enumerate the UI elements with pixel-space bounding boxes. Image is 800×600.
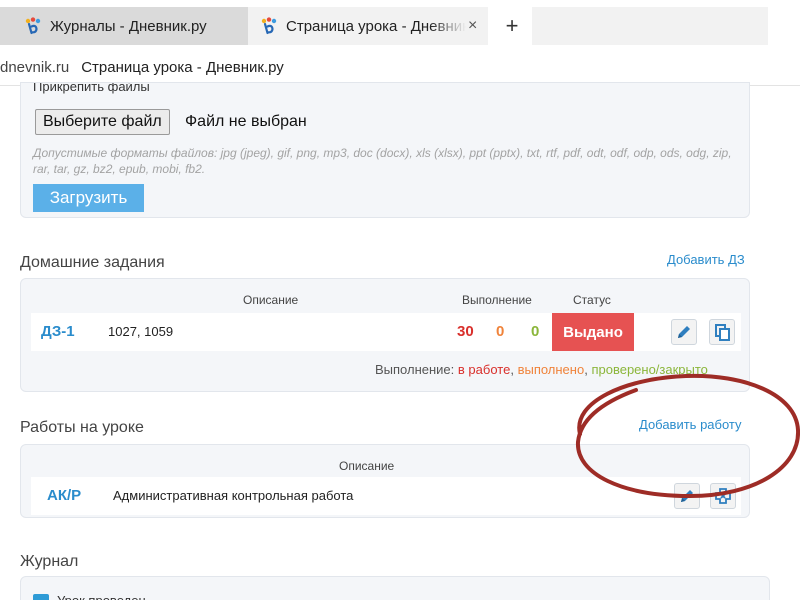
journal-section-title: Журнал xyxy=(20,553,79,570)
col-header-description: Описание xyxy=(339,459,395,473)
homework-row: ДЗ-1 1027, 1059 30 0 0 Выдано xyxy=(31,313,741,351)
dnevnik-logo-icon xyxy=(25,17,41,35)
status-badge: Выдано xyxy=(552,313,634,351)
homework-section-title: Домашние задания xyxy=(20,254,165,271)
homework-code-link[interactable]: ДЗ-1 xyxy=(41,323,75,340)
browser-tabstrip: Журналы - Дневник.ру Страница урока - Дн… xyxy=(0,0,800,50)
work-description: Административная контрольная работа xyxy=(113,488,354,503)
dnevnik-logo-icon xyxy=(261,17,277,35)
tab-lesson-page[interactable]: Страница урока - Дневник.ру × xyxy=(248,7,488,45)
col-header-completion: Выполнение xyxy=(462,293,532,307)
address-page-title: Страница урока - Дневник.ру xyxy=(81,59,284,76)
count-done: 0 xyxy=(496,323,505,340)
lesson-works-section-title: Работы на уроке xyxy=(20,419,144,436)
page-content: Прикрепить файлы Выберите файл Файл не в… xyxy=(0,82,800,600)
copy-homework-button[interactable] xyxy=(709,319,735,345)
edit-homework-button[interactable] xyxy=(671,319,697,345)
count-checked: 0 xyxy=(531,323,540,340)
count-in-progress: 30 xyxy=(457,323,474,340)
lesson-held-label: Урок проведен xyxy=(57,594,146,600)
tab-title: Страница урока - Дневник.ру xyxy=(286,17,466,35)
allowed-formats-hint: Допустимые форматы файлов: jpg (jpeg), g… xyxy=(33,146,732,176)
address-domain: dnevnik.ru xyxy=(0,59,70,76)
tab-title: Журналы - Дневник.ру xyxy=(50,17,207,35)
legend-in-progress: в работе xyxy=(457,362,511,377)
upload-button[interactable]: Загрузить xyxy=(33,184,144,212)
pencil-icon xyxy=(678,326,690,338)
file-status-text: Файл не выбран xyxy=(185,113,307,130)
file-upload-panel: Прикрепить файлы Выберите файл Файл не в… xyxy=(20,82,750,218)
journal-panel: Урок проведен xyxy=(20,576,770,600)
copy-icon xyxy=(715,324,730,341)
work-code-link[interactable]: АК/Р xyxy=(47,487,81,504)
address-bar[interactable]: dnevnik.ru Страница урока - Дневник.ру xyxy=(0,50,800,86)
choose-file-button[interactable]: Выберите файл xyxy=(35,109,170,135)
legend-prefix: Выполнение: xyxy=(375,362,455,377)
add-homework-link[interactable]: Добавить ДЗ xyxy=(667,252,745,267)
tabstrip-empty-area xyxy=(532,7,768,45)
tab-journals[interactable]: Журналы - Дневник.ру xyxy=(0,7,248,45)
col-header-description: Описание xyxy=(243,293,299,307)
attach-files-label: Прикрепить файлы xyxy=(33,83,150,94)
lesson-held-checkbox[interactable] xyxy=(33,594,49,600)
col-header-status: Статус xyxy=(573,293,611,307)
new-tab-button[interactable]: + xyxy=(492,7,532,45)
annotation-ellipse xyxy=(575,373,800,499)
homework-description: 1027, 1059 xyxy=(108,324,174,339)
close-tab-icon[interactable]: × xyxy=(468,17,477,35)
